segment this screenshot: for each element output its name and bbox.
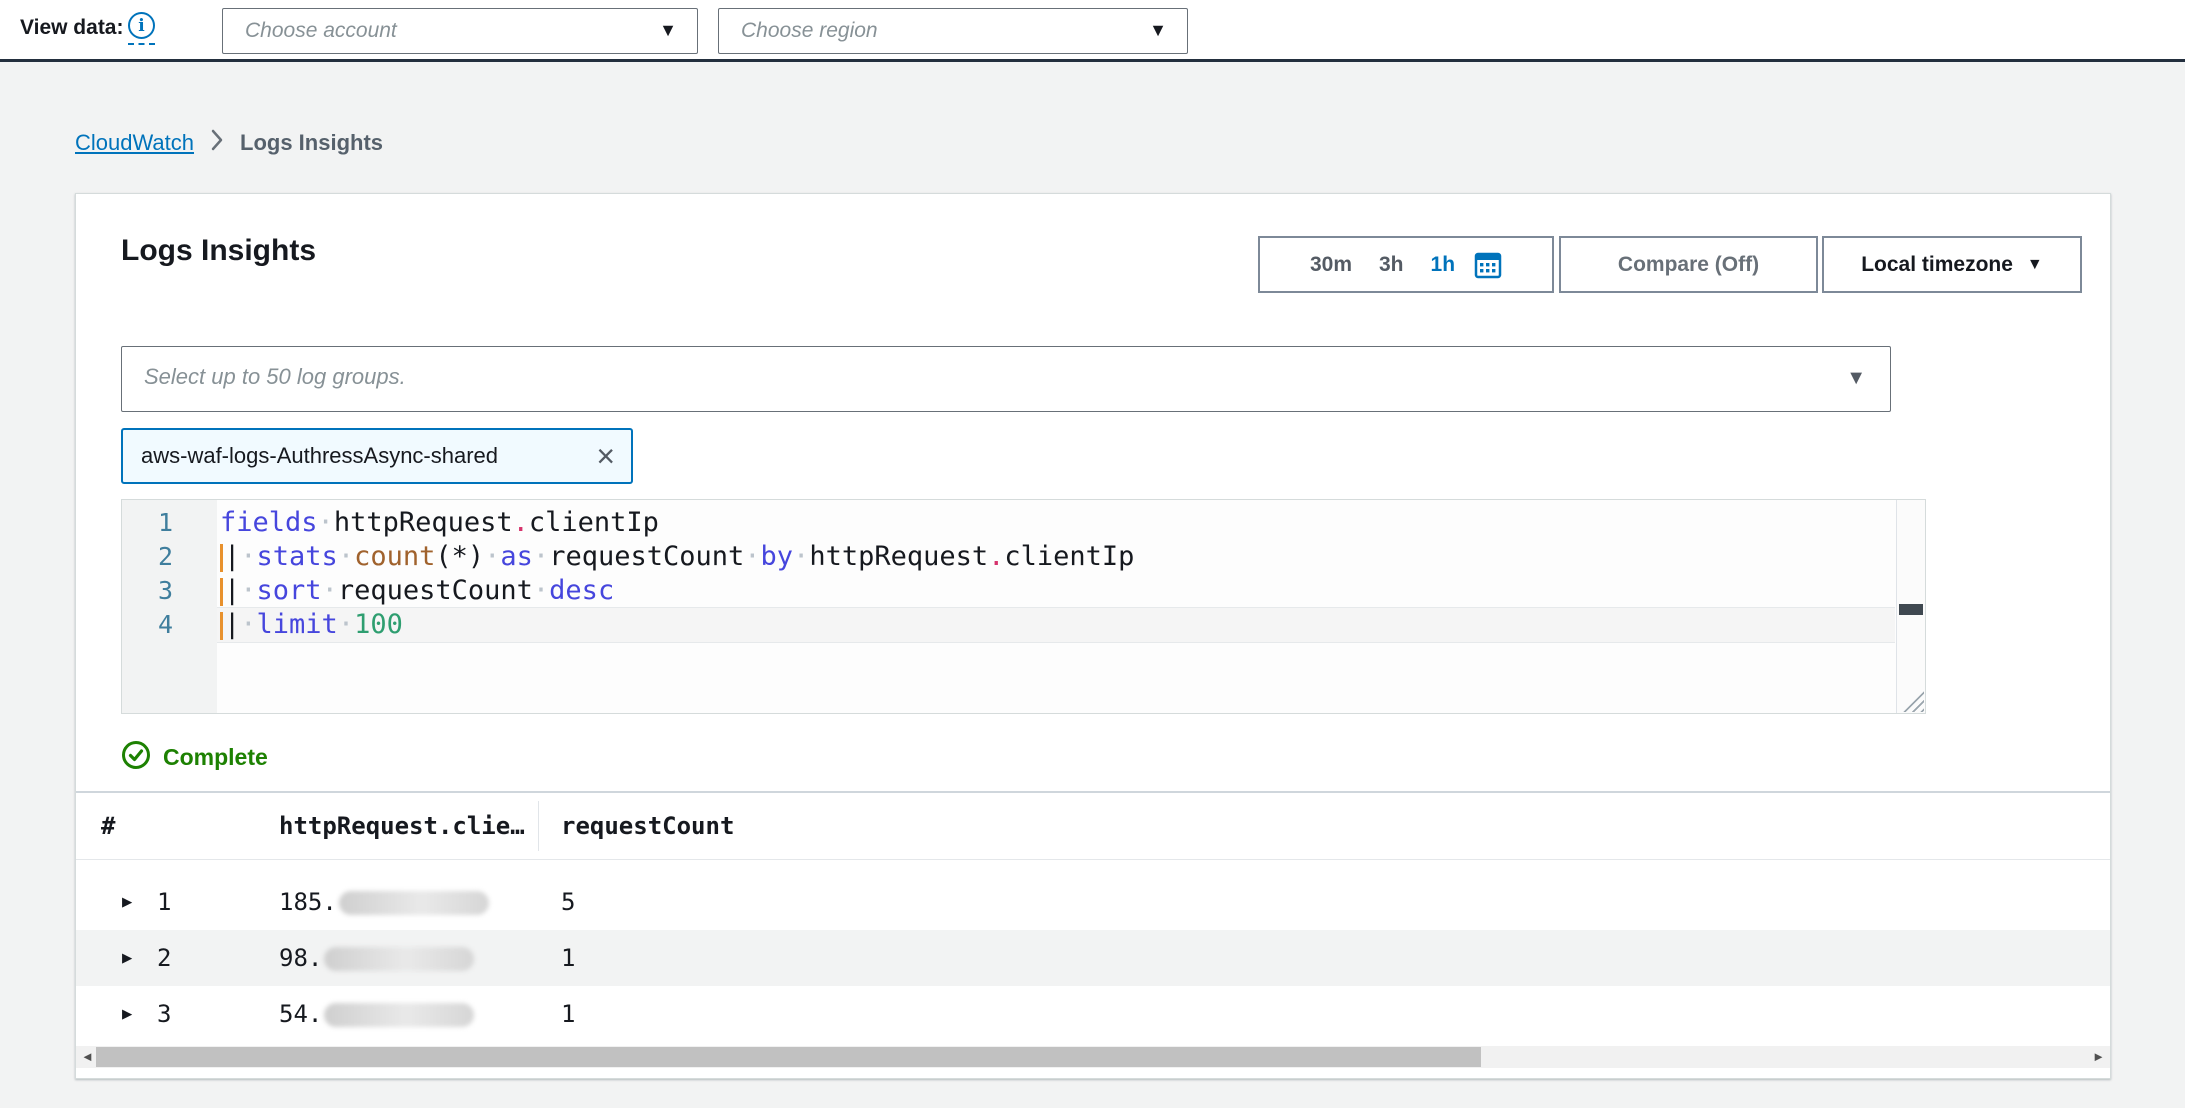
breadcrumb: CloudWatch Logs Insights [75, 128, 383, 157]
chevron-down-icon: ▼ [1149, 20, 1167, 41]
check-circle-icon [121, 740, 151, 775]
request-count-cell: 5 [561, 874, 575, 930]
selected-log-group-tag: aws-waf-logs-AuthressAsync-shared × [121, 428, 633, 484]
query-editor[interactable]: 1234 fields·httpRequest.clientIp|·stats·… [121, 499, 1926, 714]
editor-gutter: 1234 [122, 500, 217, 713]
line-number: 3 [122, 574, 217, 608]
editor-vertical-scrollbar[interactable] [1896, 500, 1925, 713]
expand-row-icon[interactable]: ▶ [122, 874, 132, 930]
timezone-label: Local timezone [1861, 253, 2013, 277]
active-pipe-indicator [220, 544, 223, 572]
breadcrumb-cloudwatch[interactable]: CloudWatch [75, 130, 194, 156]
column-divider [538, 801, 539, 851]
chevron-down-icon: ▼ [2027, 256, 2043, 274]
redacted-ip-blob [339, 891, 489, 915]
breadcrumb-logs-insights: Logs Insights [240, 130, 383, 156]
column-header-client-ip: httpRequest.clie… [279, 793, 525, 859]
account-select[interactable]: Choose account ▼ [222, 8, 698, 54]
logs-insights-panel: Logs Insights 30m 3h 1h Compare (Off) Lo… [75, 193, 2111, 1079]
page-title: Logs Insights [121, 234, 316, 268]
table-row: ▶ 2 98. 1 [76, 930, 2110, 986]
table-row: ▶ 3 54. 1 [76, 986, 2110, 1042]
column-header-request-count: requestCount [561, 793, 734, 859]
active-pipe-indicator [220, 612, 223, 640]
row-index: 2 [157, 930, 171, 986]
column-header-index: # [101, 793, 115, 859]
scroll-left-icon[interactable]: ◄ [81, 1046, 94, 1068]
horizontal-scrollbar[interactable]: ◄ ► [76, 1046, 2110, 1068]
chevron-down-icon: ▼ [659, 20, 677, 41]
client-ip-cell: 185. [279, 874, 489, 930]
scroll-right-icon[interactable]: ► [2092, 1046, 2105, 1068]
query-status: Complete [121, 740, 268, 775]
close-icon[interactable]: × [596, 440, 615, 472]
line-number: 2 [122, 540, 217, 574]
code-line[interactable]: |·limit·100 [217, 608, 1895, 642]
view-data-bar: View data: i Choose account ▼ Choose reg… [0, 0, 2185, 62]
region-select[interactable]: Choose region ▼ [718, 8, 1188, 54]
region-placeholder: Choose region [741, 19, 878, 43]
request-count-cell: 1 [561, 930, 575, 986]
log-group-placeholder: Select up to 50 log groups. [144, 364, 406, 390]
compare-button[interactable]: Compare (Off) [1559, 236, 1818, 293]
scrollbar-thumb[interactable] [1899, 604, 1923, 615]
time-range-1h[interactable]: 1h [1431, 253, 1456, 277]
timezone-select[interactable]: Local timezone ▼ [1822, 236, 2082, 293]
line-number: 1 [122, 506, 217, 540]
time-range-group: 30m 3h 1h [1258, 236, 1554, 293]
row-index: 1 [157, 874, 171, 930]
line-number: 4 [122, 608, 217, 642]
code-line[interactable]: fields·httpRequest.clientIp [217, 506, 1895, 540]
calendar-icon[interactable] [1474, 251, 1502, 279]
results-header: # httpRequest.clie… requestCount [76, 793, 2110, 859]
code-line[interactable]: |·stats·count(*)·as·requestCount·by·http… [217, 540, 1895, 574]
client-ip-cell: 98. [279, 930, 474, 986]
log-group-select[interactable]: Select up to 50 log groups. ▼ [121, 346, 1891, 412]
time-range-30m[interactable]: 30m [1310, 253, 1352, 277]
view-data-label: View data: [20, 16, 123, 40]
status-label: Complete [163, 744, 268, 771]
chevron-down-icon: ▼ [1846, 367, 1866, 390]
redacted-ip-blob [324, 1003, 474, 1027]
breadcrumb-chevron-icon [210, 128, 224, 157]
editor-code[interactable]: fields·httpRequest.clientIp|·stats·count… [217, 500, 1895, 713]
log-group-name: aws-waf-logs-AuthressAsync-shared [141, 443, 498, 469]
account-placeholder: Choose account [245, 19, 397, 43]
info-icon[interactable]: i [128, 12, 155, 45]
divider [76, 859, 2110, 860]
time-range-3h[interactable]: 3h [1379, 253, 1404, 277]
table-row: ▶ 1 185. 5 [76, 874, 2110, 930]
redacted-ip-blob [324, 947, 474, 971]
request-count-cell: 1 [561, 986, 575, 1042]
row-index: 3 [157, 986, 171, 1042]
code-line[interactable]: |·sort·requestCount·desc [217, 574, 1895, 608]
active-pipe-indicator [220, 578, 223, 606]
client-ip-cell: 54. [279, 986, 474, 1042]
expand-row-icon[interactable]: ▶ [122, 986, 132, 1042]
expand-row-icon[interactable]: ▶ [122, 930, 132, 986]
scrollbar-thumb[interactable] [96, 1047, 1481, 1067]
